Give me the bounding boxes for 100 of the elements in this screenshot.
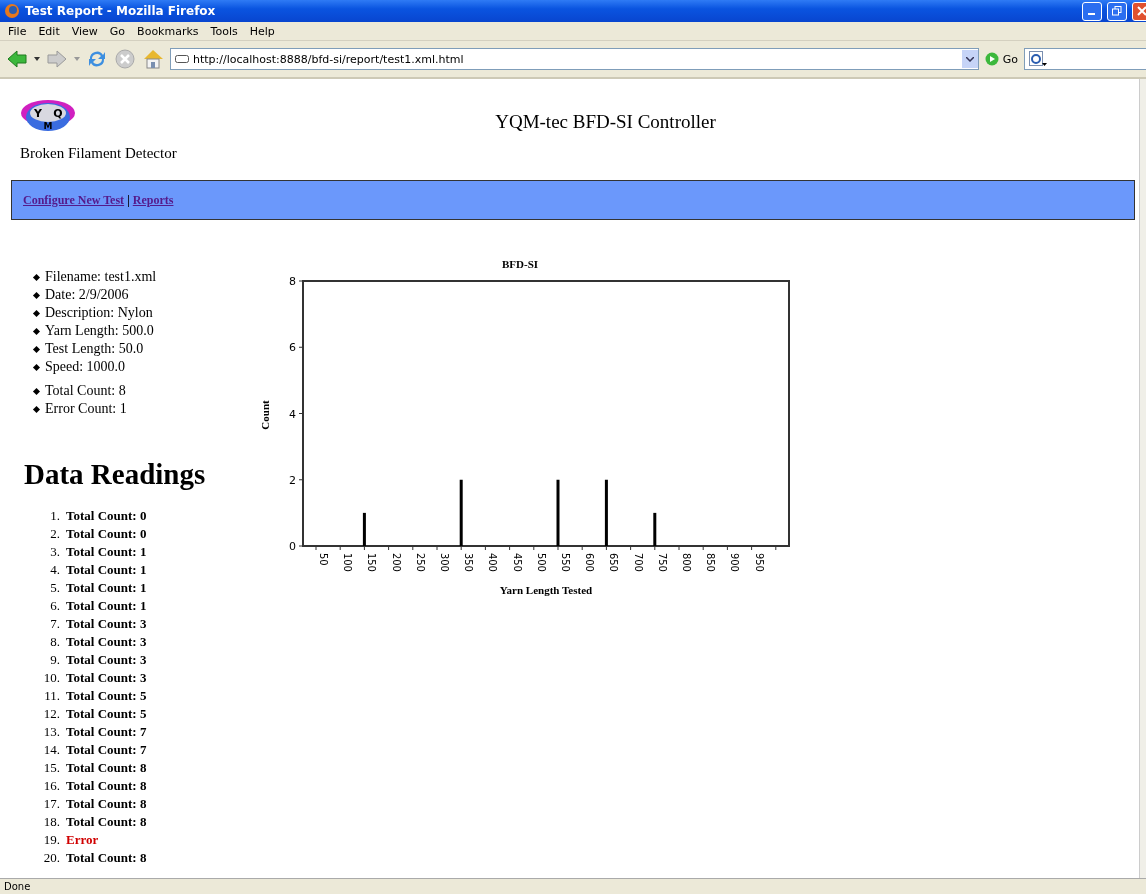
x-tick-label: 650 [607,553,621,572]
bullet-icon [32,327,41,335]
go-button[interactable]: Go [984,52,1018,66]
reading-item: Total Count: 3 [66,652,147,668]
nav-separator: | [127,192,130,208]
info-item: Yarn Length: 500.0 [45,323,154,339]
reading-item: Total Count: 0 [66,508,147,524]
x-tick-label: 700 [631,553,645,572]
y-tick-label: 0 [289,540,296,553]
chart-bar [362,512,366,546]
list-number: 4. [49,562,61,578]
address-field[interactable]: http://localhost:8888/bfd-si/report/test1.xml.html [170,48,979,70]
page-subtitle: Broken Filament Detector [20,145,178,162]
reload-button[interactable] [86,48,108,70]
bullet-icon [32,345,41,353]
y-tick-label: 8 [289,275,296,288]
info-item: Test Length: 50.0 [45,341,144,357]
reading-item: Total Count: 8 [66,850,147,866]
status-text: Done [4,881,31,892]
nav-link[interactable]: Reports [132,192,174,208]
nav-link[interactable]: Configure New Test [23,192,125,208]
caret-icon[interactable] [34,57,40,61]
bullet-icon [32,405,41,413]
y-tick-label: 6 [289,341,296,355]
chart-title: BFD-SI [501,258,539,270]
bullet-icon [32,309,41,317]
bullet-icon [32,363,41,371]
bullet-icon [32,291,41,299]
close-button[interactable] [1132,1,1146,21]
list-number: 19. [42,832,61,848]
x-tick-label: 400 [486,553,500,572]
menu-item[interactable]: Go [103,24,132,38]
list-number: 1. [49,508,61,524]
chart-bar [653,512,657,546]
reading-item: Total Count: 5 [66,706,147,722]
page-icon [175,55,189,63]
chevron-icon [965,56,974,62]
x-tick-label: 850 [704,553,718,572]
x-tick-label: 450 [510,553,524,572]
list-number: 7. [49,616,61,632]
scrollbar[interactable] [1139,79,1146,879]
section-heading: Data Readings [24,458,207,491]
menu-item[interactable]: Tools [204,24,244,38]
firefox-icon [4,3,20,19]
list-number: 14. [42,742,61,758]
y-tick-label: 4 [289,407,296,421]
x-tick-label: 600 [583,553,597,572]
reading-item: Total Count: 5 [66,688,147,704]
x-tick-label: 950 [752,553,766,572]
forward-button[interactable] [46,49,68,69]
menu-item[interactable]: View [65,24,104,38]
x-tick-label: 900 [728,553,742,572]
reading-item: Total Count: 8 [66,796,147,812]
reading-item: Total Count: 1 [66,580,147,596]
list-number: 20. [42,850,61,866]
search-engine-icon [1029,51,1047,67]
info-item: Description: Nylon [45,305,153,321]
count-item: Error Count: 1 [45,401,127,417]
reading-item: Total Count: 1 [66,562,147,578]
restore-icon [1112,6,1122,16]
chart-bar [604,479,608,546]
bullet-icon [32,387,41,395]
list-number: 17. [42,796,61,812]
page-title: YQM-tec BFD-SI Controller [494,111,717,133]
list-number: 9. [49,652,61,668]
list-number: 13. [42,724,61,740]
reading-item: Total Count: 1 [66,544,147,560]
x-tick-label: 750 [655,553,669,572]
x-tick-label: 200 [389,553,403,572]
x-tick-label: 150 [365,553,379,572]
home-button[interactable] [142,48,164,70]
list-number: 5. [49,580,61,596]
x-tick-label: 50 [317,553,330,566]
reading-item: Total Count: 7 [66,724,147,740]
menu-item[interactable]: Help [243,24,281,38]
restore-button[interactable] [1107,1,1127,21]
bullet-icon [32,273,41,281]
x-tick-label: 800 [680,553,693,572]
y-axis-label: Count [259,400,271,430]
list-number: 18. [42,814,61,830]
x-tick-label: 550 [559,553,572,572]
menu-item[interactable]: File [2,24,33,38]
x-tick-label: 300 [438,553,451,572]
list-number: 16. [42,778,61,794]
reading-item: Total Count: 3 [66,634,147,650]
reading-item: Total Count: 3 [66,670,147,686]
menu-item[interactable]: Edit [32,24,66,38]
minimize-button[interactable] [1082,1,1102,21]
info-item: Date: 2/9/2006 [45,287,129,303]
reading-item: Total Count: 8 [66,814,147,830]
menu-item[interactable]: Bookmarks [131,24,205,38]
dropdown-button[interactable] [961,50,978,68]
close-icon [1137,6,1146,16]
stop-button[interactable] [114,48,136,70]
window-title: Test Report - Mozilla Firefox [25,4,217,18]
x-tick-label: 100 [341,553,355,572]
y-tick-label: 2 [289,473,296,487]
search-field[interactable] [1024,48,1146,70]
reading-item: Total Count: 0 [66,526,147,542]
back-button[interactable] [6,49,28,69]
